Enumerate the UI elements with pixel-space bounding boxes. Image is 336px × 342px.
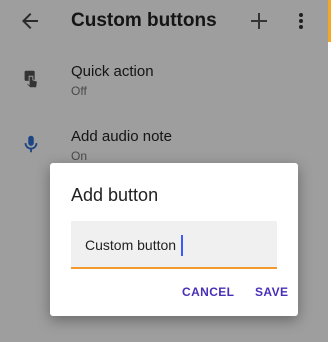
accent-bar	[328, 0, 331, 42]
edge-strip	[328, 0, 336, 342]
dialog-title: Add button	[71, 185, 159, 205]
button-name-field[interactable]	[71, 221, 277, 269]
custom-buttons-screen: Custom buttons Quick action Off Add audi…	[0, 0, 328, 342]
cancel-button[interactable]: CANCEL	[182, 285, 234, 299]
add-button-dialog: Add button CANCEL SAVE	[50, 163, 298, 316]
button-name-input[interactable]	[85, 233, 265, 257]
save-button[interactable]: SAVE	[255, 285, 288, 299]
text-caret	[181, 235, 183, 256]
